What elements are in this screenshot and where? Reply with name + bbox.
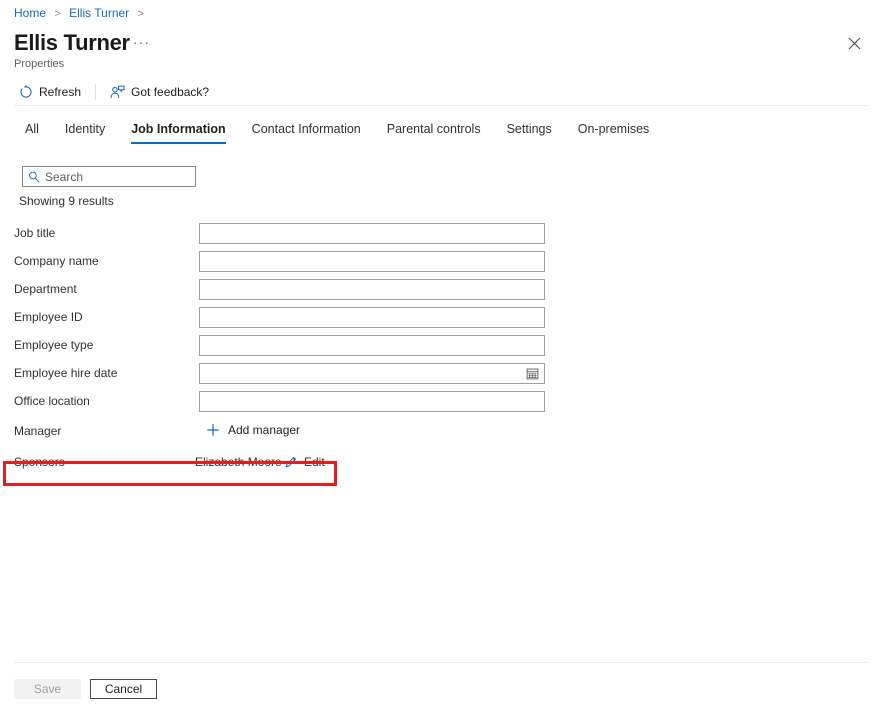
got-feedback-button[interactable]: Got feedback? — [106, 80, 213, 104]
plus-icon — [205, 422, 221, 438]
results-count: Showing 9 results — [19, 193, 114, 209]
got-feedback-label: Got feedback? — [131, 85, 209, 99]
refresh-button[interactable]: Refresh — [14, 80, 85, 104]
form-row-sponsors: Sponsors Elizabeth Moore Edit — [0, 447, 881, 477]
field-label-manager: Manager — [14, 423, 61, 439]
tab-contact-information[interactable]: Contact Information — [252, 119, 361, 144]
form-row-company-name: Company name — [0, 247, 881, 275]
tab-identity[interactable]: Identity — [65, 119, 105, 144]
calendar-picker-button[interactable] — [519, 364, 544, 383]
form-row-manager: Manager Add manager — [0, 415, 881, 447]
search-box[interactable] — [22, 166, 196, 187]
sponsors-edit-button[interactable]: Edit — [283, 454, 325, 470]
sponsors-value: Elizabeth Moore — [195, 454, 282, 470]
breadcrumb-separator: > — [138, 8, 144, 20]
job-title-input[interactable] — [199, 223, 545, 244]
field-label-employee-hire-date: Employee hire date — [14, 365, 117, 381]
feedback-person-icon — [110, 85, 125, 100]
field-label-job-title: Job title — [14, 225, 55, 241]
header-divider — [14, 105, 868, 106]
field-label-employee-type: Employee type — [14, 337, 93, 353]
tab-settings[interactable]: Settings — [507, 119, 552, 144]
cancel-button[interactable]: Cancel — [90, 679, 157, 699]
field-label-employee-id: Employee ID — [14, 309, 83, 325]
department-input[interactable] — [199, 279, 545, 300]
tab-job-information[interactable]: Job Information — [131, 119, 225, 144]
refresh-label: Refresh — [39, 85, 81, 99]
tab-all[interactable]: All — [25, 119, 39, 144]
breadcrumb-item-home[interactable]: Home — [14, 6, 46, 20]
footer-actions: Save Cancel — [14, 679, 157, 699]
form-row-job-title: Job title — [0, 219, 881, 247]
search-icon — [23, 171, 45, 183]
pencil-edit-icon — [283, 454, 299, 470]
more-options-icon[interactable]: ··· — [133, 35, 150, 49]
refresh-icon — [18, 85, 33, 100]
form-row-employee-hire-date: Employee hire date — [0, 359, 881, 387]
add-manager-label: Add manager — [228, 422, 300, 438]
office-location-input[interactable] — [199, 391, 545, 412]
tab-parental-controls[interactable]: Parental controls — [387, 119, 481, 144]
save-button[interactable]: Save — [14, 679, 81, 699]
field-label-office-location: Office location — [14, 393, 90, 409]
page-subtitle: Properties — [14, 57, 64, 71]
employee-hire-date-field[interactable] — [199, 363, 545, 384]
search-input[interactable] — [45, 168, 200, 185]
command-bar-divider — [95, 84, 96, 100]
field-label-department: Department — [14, 281, 77, 297]
sponsors-edit-label: Edit — [304, 454, 325, 470]
job-information-form: Job title Company name Department Employ… — [0, 219, 881, 477]
breadcrumb: Home > Ellis Turner > — [14, 5, 149, 22]
close-button[interactable] — [841, 30, 867, 56]
breadcrumb-item-ellis-turner[interactable]: Ellis Turner — [69, 6, 129, 20]
employee-id-input[interactable] — [199, 307, 545, 328]
form-row-employee-id: Employee ID — [0, 303, 881, 331]
field-label-company-name: Company name — [14, 253, 99, 269]
employee-hire-date-input[interactable] — [200, 364, 519, 383]
footer-divider — [14, 662, 868, 663]
form-row-employee-type: Employee type — [0, 331, 881, 359]
command-bar: Refresh Got feedback? — [14, 80, 213, 104]
field-label-sponsors: Sponsors — [14, 454, 65, 470]
breadcrumb-separator: > — [54, 8, 60, 20]
tab-bar: All Identity Job Information Contact Inf… — [12, 119, 662, 144]
calendar-icon — [526, 367, 539, 380]
employee-type-input[interactable] — [199, 335, 545, 356]
close-icon — [848, 37, 861, 50]
form-row-department: Department — [0, 275, 881, 303]
form-row-office-location: Office location — [0, 387, 881, 415]
page-title: Ellis Turner — [14, 29, 130, 57]
add-manager-button[interactable]: Add manager — [201, 420, 304, 440]
tab-on-premises[interactable]: On-premises — [578, 119, 650, 144]
company-name-input[interactable] — [199, 251, 545, 272]
